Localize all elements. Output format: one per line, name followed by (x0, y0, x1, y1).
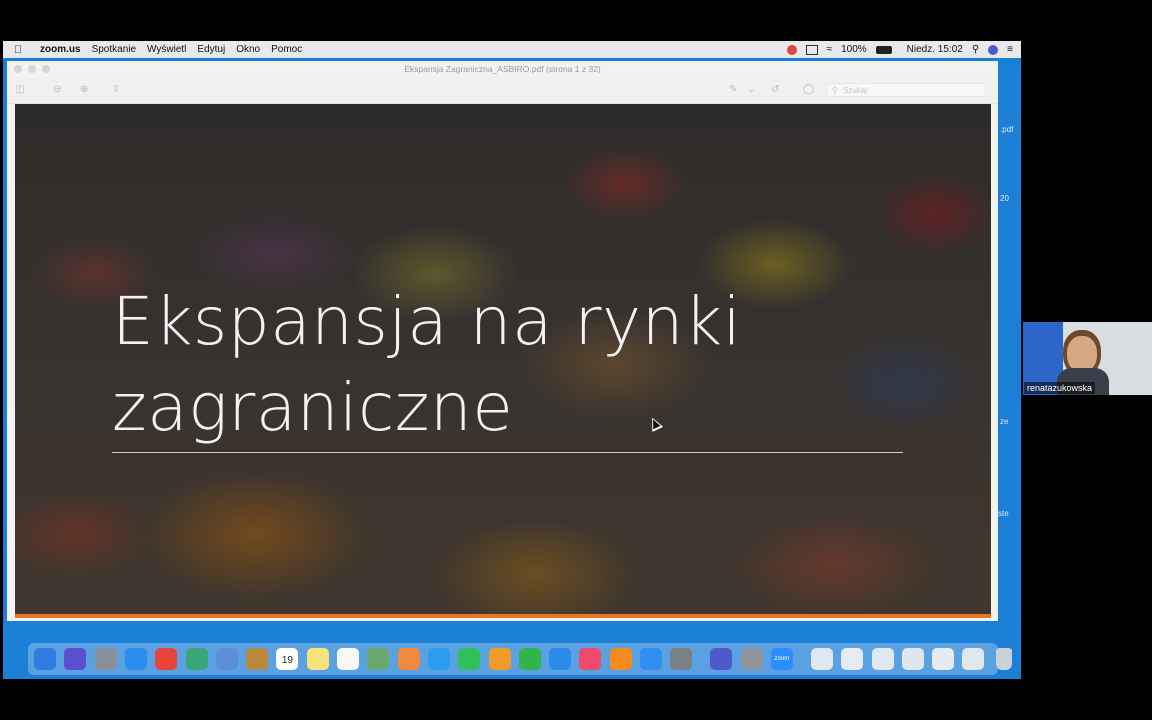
wifi-icon[interactable]: ≈ (827, 44, 833, 55)
zoom-in-icon[interactable]: ⊕ (80, 84, 88, 96)
maps-icon[interactable] (367, 648, 390, 670)
appstore-icon[interactable] (640, 648, 662, 670)
launchpad-icon[interactable] (94, 648, 117, 670)
safari-icon[interactable] (124, 648, 147, 670)
siri-menubar-icon[interactable] (988, 44, 999, 55)
notes-icon[interactable] (246, 648, 269, 670)
preview-window: Ekspansja Zagraniczna_ASBIRO.pdf (strona… (7, 61, 998, 621)
slide-divider (112, 452, 903, 453)
pages-icon[interactable] (488, 648, 511, 670)
window-thumb-icon[interactable] (932, 648, 955, 670)
slide-title: Ekspansja na rynki zagraniczne (112, 279, 932, 451)
reminders-icon[interactable] (337, 648, 359, 670)
menu-item-pomoc[interactable]: Pomoc (271, 44, 302, 55)
menubar-clock[interactable]: Niedz. 15:02 (907, 44, 963, 55)
rotate-icon[interactable]: ↺ (771, 84, 779, 96)
pdf-slide[interactable]: Ekspansja na rynki zagraniczne (15, 104, 991, 618)
slack-icon[interactable] (185, 648, 208, 670)
menu-item-wyswietl[interactable]: Wyświetl (147, 44, 186, 55)
trash-icon[interactable] (995, 648, 1012, 670)
keynote-icon[interactable] (549, 648, 572, 670)
spotlight-icon[interactable]: ⚲ (972, 44, 979, 55)
window-thumb-icon[interactable] (810, 648, 833, 670)
siri-icon[interactable] (64, 648, 87, 670)
battery-icon[interactable] (875, 45, 892, 54)
stickies-icon[interactable] (306, 648, 329, 670)
search-icon: ⚲ (832, 86, 838, 95)
preview-titlebar: Ekspansja Zagraniczna_ASBIRO.pdf (strona… (7, 61, 998, 77)
menu-app-name[interactable]: zoom.us (40, 44, 81, 55)
shared-screen:  zoom.us Spotkanie Wyświetl Edytuj Okno… (3, 41, 1021, 679)
photos-icon[interactable] (397, 648, 420, 670)
window-thumb-icon[interactable] (901, 648, 924, 670)
settings-icon[interactable] (670, 648, 693, 670)
menu-item-edytuj[interactable]: Edytuj (197, 44, 225, 55)
imagecapture-icon[interactable] (740, 648, 763, 670)
window-thumb-icon[interactable] (871, 648, 894, 670)
dock: 19 zoom (28, 643, 1012, 675)
display-icon[interactable] (805, 44, 818, 55)
share-icon[interactable]: ⇧ (112, 84, 120, 96)
window-thumb-icon[interactable] (962, 648, 985, 670)
window-thumb-icon[interactable] (841, 648, 864, 670)
desktop-file-label[interactable]: ze (1000, 417, 1008, 426)
music-icon[interactable] (579, 648, 602, 670)
calendar-icon[interactable]: 19 (276, 648, 299, 670)
zoom-out-icon[interactable]: ⊖ (53, 84, 61, 96)
preview-icon[interactable] (215, 648, 238, 670)
zoom-status-icon[interactable] (786, 44, 797, 55)
desktop-file-label[interactable]: .pdf (1000, 125, 1013, 134)
finder-icon[interactable] (34, 648, 56, 670)
numbers-icon[interactable] (518, 648, 541, 670)
battery-percent: 100% (841, 44, 867, 55)
annotate-icon[interactable]: ◯ (803, 84, 814, 96)
markup-pen-icon[interactable]: ✎ (729, 84, 737, 96)
participant-name: renatazukowska (1024, 382, 1096, 394)
slide-bottom-accent (15, 614, 991, 618)
menu-item-okno[interactable]: Okno (236, 44, 260, 55)
notification-center-icon[interactable]: ≡ (1007, 44, 1013, 55)
markup-chevron-down-icon[interactable]: ⌄ (747, 84, 755, 96)
desktop-file-label[interactable]: ste (998, 509, 1009, 518)
desktop-file-label[interactable]: 20 (1000, 194, 1009, 203)
mac-menubar:  zoom.us Spotkanie Wyświetl Edytuj Okno… (3, 41, 1021, 58)
teams-icon[interactable] (710, 648, 733, 670)
messages-icon[interactable] (427, 648, 450, 670)
search-placeholder: Szukaj (843, 86, 868, 95)
document-title[interactable]: Ekspansja Zagraniczna_ASBIRO.pdf (strona… (7, 64, 998, 74)
slide-title-line-2: zagraniczne (112, 369, 514, 446)
books-icon[interactable] (609, 648, 632, 670)
slide-title-line-1: Ekspansja na rynki (112, 283, 742, 360)
sidebar-toggle-icon[interactable]: ◫ (15, 84, 24, 96)
facetime-icon[interactable] (458, 648, 481, 670)
preview-toolbar: ◫ ⊖ ⊕ ⇧ ✎ ⌄ ↺ ◯ ⚲ Szukaj (7, 77, 998, 104)
search-input[interactable]: ⚲ Szukaj (826, 83, 986, 97)
zoom-icon[interactable]: zoom (770, 648, 793, 670)
apple-icon[interactable]:  (14, 44, 30, 56)
chrome-icon[interactable] (155, 648, 178, 670)
menu-item-spotkanie[interactable]: Spotkanie (92, 44, 136, 55)
